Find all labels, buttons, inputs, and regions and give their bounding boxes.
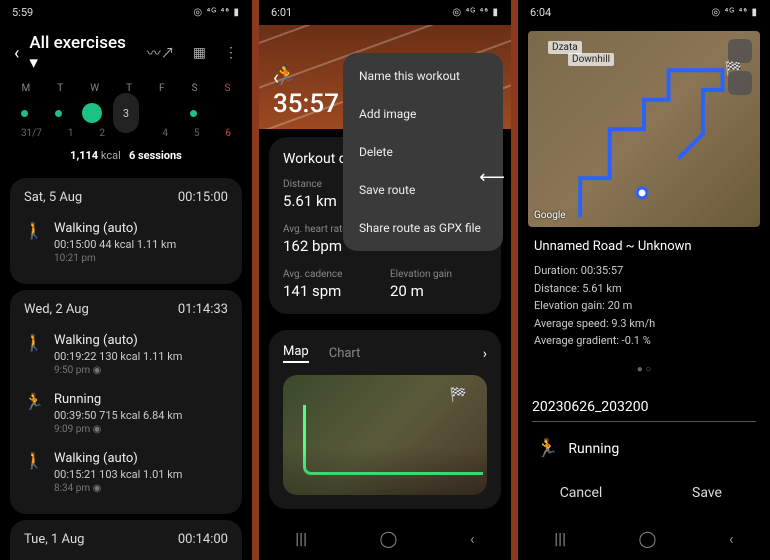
phone-exercises: 5:59 ◎ ⁴ᴳ ⁴⁶ ▮ ‹ All exercises ▾ 〰↗ ▦ ⋮ … xyxy=(0,0,252,560)
activity-icon: 🚶 xyxy=(24,451,42,494)
clock: 5:59 xyxy=(12,6,33,19)
exercise-row[interactable]: 🚶 Walking (auto)00:19:22 130 kcal 1.11 k… xyxy=(24,325,228,384)
phone-workout: 6:01 ◎ ⁴ᴳ ⁴⁶ ▮ ‹ 🏃 35:57 Name this worko… xyxy=(259,0,511,560)
activity-row[interactable]: 🏃 Running xyxy=(518,428,770,469)
status-icons: ◎ ⁴ᴳ ⁴⁶ ▮ xyxy=(452,7,499,18)
route-title: Unnamed Road ~ Unknown xyxy=(534,237,754,258)
back-nav-icon[interactable]: ‹ xyxy=(729,529,734,548)
map-card[interactable]: Map Chart › 🏁 xyxy=(269,330,501,509)
page-dots: ● ○ xyxy=(518,360,770,379)
calendar-dots: 3 xyxy=(0,96,252,128)
stat: Avg. cadence141 spm xyxy=(283,269,380,300)
recents-icon[interactable]: ||| xyxy=(554,529,566,548)
summary: 1,114 kcal 6 sessions xyxy=(0,145,252,172)
day-section: Tue, 1 Aug00:14:00 🚶 Walking (auto) xyxy=(10,520,242,560)
status-bar: 5:59 ◎ ⁴ᴳ ⁴⁶ ▮ xyxy=(0,0,252,25)
activity-icon: 🚶 xyxy=(24,333,42,376)
nav-bar: ||| ◯ ‹ xyxy=(518,517,770,560)
home-icon[interactable]: ◯ xyxy=(379,529,397,548)
header: ‹ All exercises ▾ 〰↗ ▦ ⋮ xyxy=(0,25,252,81)
menu-name[interactable]: Name this workout xyxy=(343,57,503,95)
flag-icon: 🏁 xyxy=(450,387,467,403)
context-menu: Name this workout Add image Delete Save … xyxy=(343,53,503,251)
activity-icon: 🚶 xyxy=(24,221,42,264)
map[interactable]: Dzata Downhill 🏁 Google xyxy=(528,31,760,227)
menu-sharegpx[interactable]: Share route as GPX file xyxy=(343,209,503,247)
exercise-row[interactable]: 🏃 Running00:39:50 715 kcal 6.84 km9:09 p… xyxy=(24,384,228,443)
status-icons: ◎ ⁴ᴳ ⁴⁶ ▮ xyxy=(193,7,240,18)
google-attribution: Google xyxy=(534,210,566,221)
menu-addimage[interactable]: Add image xyxy=(343,95,503,133)
nav-bar: ||| ◯ ‹ xyxy=(259,517,511,560)
tab-map[interactable]: Map xyxy=(283,344,309,363)
clock: 6:04 xyxy=(530,6,551,19)
arrow-icon: ⟵ xyxy=(479,167,505,188)
clock: 6:01 xyxy=(271,6,292,19)
exercise-row[interactable]: 🚶 Walking (auto) xyxy=(24,555,228,560)
more-icon[interactable]: ⋮ xyxy=(224,45,238,61)
back-nav-icon[interactable]: ‹ xyxy=(470,529,475,548)
hero: ‹ 🏃 35:57 Name this workout Add image De… xyxy=(259,25,511,129)
activity-icon: 🏃 xyxy=(24,392,42,435)
trend-icon[interactable]: 〰↗ xyxy=(147,43,175,63)
page-title[interactable]: All exercises ▾ xyxy=(29,33,128,73)
tab-chart[interactable]: Chart xyxy=(329,346,361,361)
recents-icon[interactable]: ||| xyxy=(295,529,307,548)
exercise-row[interactable]: 🚶 Walking (auto)00:15:00 44 kcal 1.11 km… xyxy=(24,213,228,272)
status-bar: 6:04 ◎ ⁴ᴳ ⁴⁶ ▮ xyxy=(518,0,770,25)
map-preview[interactable]: 🏁 xyxy=(283,375,487,495)
workout-duration: 35:57 xyxy=(273,89,339,119)
exercise-row[interactable]: 🚶 Walking (auto)00:15:21 103 kcal 1.01 k… xyxy=(24,443,228,502)
selected-day[interactable]: 3 xyxy=(113,93,139,133)
day-section: Sat, 5 Aug00:15:00 🚶 Walking (auto)00:15… xyxy=(10,178,242,284)
flag-icon: 🏁 xyxy=(725,61,742,77)
phone-save: 6:04 ◎ ⁴ᴳ ⁴⁶ ▮ Dzata Downhill 🏁 Google U… xyxy=(518,0,770,560)
runner-icon: 🏃 xyxy=(273,63,298,87)
stat: Elevation gain20 m xyxy=(390,269,487,300)
home-icon[interactable]: ◯ xyxy=(638,529,656,548)
status-bar: 6:01 ◎ ⁴ᴳ ⁴⁶ ▮ xyxy=(259,0,511,25)
filename-input[interactable]: 20230626_203200 xyxy=(532,399,756,422)
status-icons: ◎ ⁴ᴳ ⁴⁶ ▮ xyxy=(711,7,758,18)
button-row: Cancel Save xyxy=(518,469,770,517)
menu-delete[interactable]: Delete xyxy=(343,133,503,171)
day-section: Wed, 2 Aug01:14:33 🚶 Walking (auto)00:19… xyxy=(10,290,242,514)
route-info: Unnamed Road ~ Unknown Duration: 00:35:5… xyxy=(518,227,770,360)
chevron-right-icon: › xyxy=(483,346,487,362)
calendar-icon[interactable]: ▦ xyxy=(193,45,206,61)
cancel-button[interactable]: Cancel xyxy=(518,469,644,517)
back-icon[interactable]: ‹ xyxy=(14,43,19,64)
save-button[interactable]: Save xyxy=(644,469,770,517)
runner-icon: 🏃 xyxy=(536,438,558,459)
